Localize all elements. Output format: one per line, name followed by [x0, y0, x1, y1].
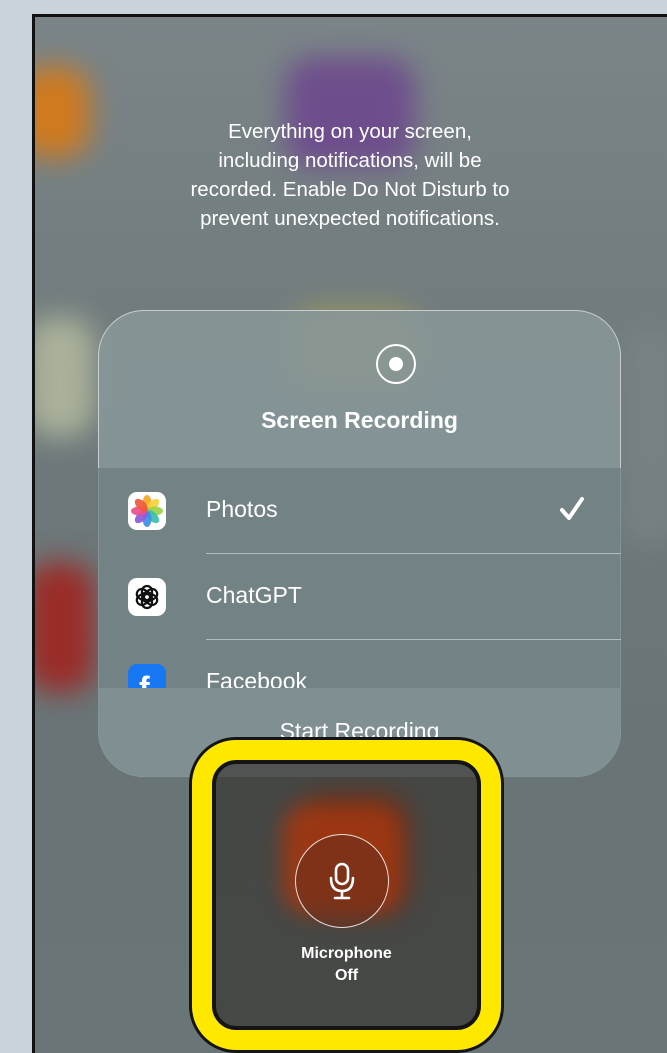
blurred-app-icon	[35, 317, 95, 437]
recording-notice: Everything on your screen, including not…	[95, 117, 605, 233]
destination-item-photos[interactable]: Photos	[98, 468, 621, 554]
notice-line: including notifications, will be	[218, 149, 482, 172]
microphone-highlight: Microphone Off	[192, 740, 501, 1050]
blurred-app-icon	[620, 327, 667, 547]
destination-item-chatgpt[interactable]: ChatGPT	[98, 554, 621, 640]
destination-label: Facebook	[206, 668, 308, 688]
photos-app-icon	[128, 492, 166, 530]
microphone-label: Microphone	[301, 945, 392, 962]
destination-item-facebook[interactable]: f Facebook	[98, 640, 621, 688]
chatgpt-app-icon	[128, 578, 166, 616]
record-icon	[376, 344, 416, 384]
notice-line: prevent unexpected notifications.	[200, 207, 500, 230]
panel-title: Screen Recording	[261, 407, 458, 433]
microphone-state: Off	[334, 967, 359, 984]
microphone-status-label: Microphone Off	[212, 943, 481, 987]
microphone-icon	[329, 862, 355, 900]
checkmark-icon	[560, 497, 584, 520]
blurred-app-icon	[35, 67, 90, 157]
notice-line: Everything on your screen,	[228, 120, 472, 143]
blurred-app-icon	[35, 562, 95, 692]
screen-recording-panel: Screen Recording Photos ChatGPT f Facebo…	[98, 310, 621, 777]
destination-label: Photos	[206, 496, 278, 522]
destination-label: ChatGPT	[206, 582, 302, 608]
destination-list[interactable]: Photos ChatGPT f Facebook	[98, 468, 621, 688]
microphone-toggle-button[interactable]	[295, 834, 389, 928]
notice-line: recorded. Enable Do Not Disturb to	[190, 178, 510, 201]
facebook-app-icon: f	[128, 664, 166, 688]
